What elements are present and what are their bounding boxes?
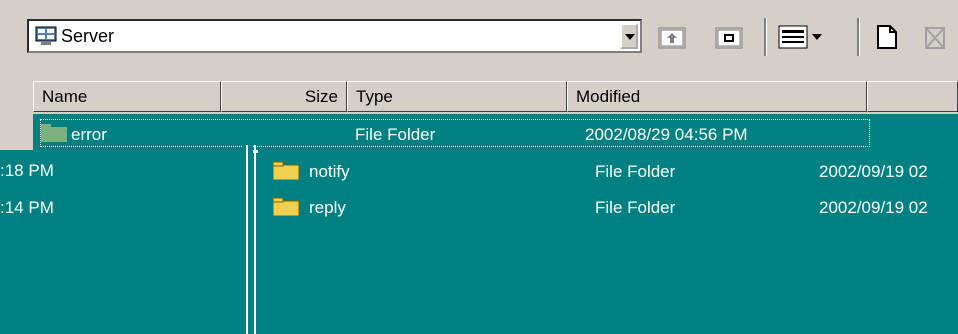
table-row[interactable]: error File Folder 2002/08/29 04:56 PM (40, 119, 870, 147)
column-extra[interactable] (867, 81, 958, 112)
row-name: error (71, 125, 107, 144)
row-type: File Folder (595, 162, 676, 181)
toolbar-separator (764, 18, 767, 56)
divider-line (246, 145, 248, 334)
right-pane: notify File Folder 2002/09/19 02 reply F… (258, 150, 958, 334)
left-row-time: :18 PM (0, 161, 54, 180)
column-name[interactable]: Name (33, 81, 221, 112)
column-type[interactable]: Type (347, 81, 567, 112)
row-name: notify (309, 162, 350, 181)
address-combo[interactable]: Server (27, 19, 642, 53)
row-type: File Folder (355, 125, 436, 144)
up-folder-icon[interactable] (655, 22, 689, 52)
column-modified[interactable]: Modified (567, 81, 867, 112)
row-modified: 2002/08/29 04:56 PM (585, 125, 748, 144)
address-dropdown-button[interactable] (620, 23, 638, 49)
folder-icon (41, 124, 67, 142)
column-header: Name Size Type Modified (33, 81, 958, 114)
delete-icon[interactable] (918, 22, 952, 52)
left-row-time: :14 PM (0, 198, 54, 217)
divider-line (254, 145, 256, 334)
toolbar: Server (0, 0, 958, 78)
row-name: reply (309, 198, 346, 217)
row-type: File Folder (595, 198, 676, 217)
table-row[interactable]: reply File Folder 2002/09/19 02 (273, 196, 953, 224)
column-size[interactable]: Size (221, 81, 347, 112)
new-file-icon[interactable] (870, 22, 904, 52)
server-icon (35, 26, 57, 45)
new-folder-icon[interactable] (712, 22, 746, 52)
details-view-icon[interactable] (776, 22, 826, 52)
table-row[interactable]: notify File Folder 2002/09/19 02 (273, 160, 953, 188)
pane-divider[interactable] (243, 145, 253, 334)
folder-icon (273, 198, 299, 216)
folder-icon (273, 162, 299, 180)
address-value: Server (61, 26, 115, 46)
left-pane: :18 PM :14 PM (0, 150, 243, 334)
row-modified: 2002/09/19 02 (819, 198, 928, 217)
toolbar-separator (857, 18, 860, 56)
row-modified: 2002/09/19 02 (819, 162, 928, 181)
